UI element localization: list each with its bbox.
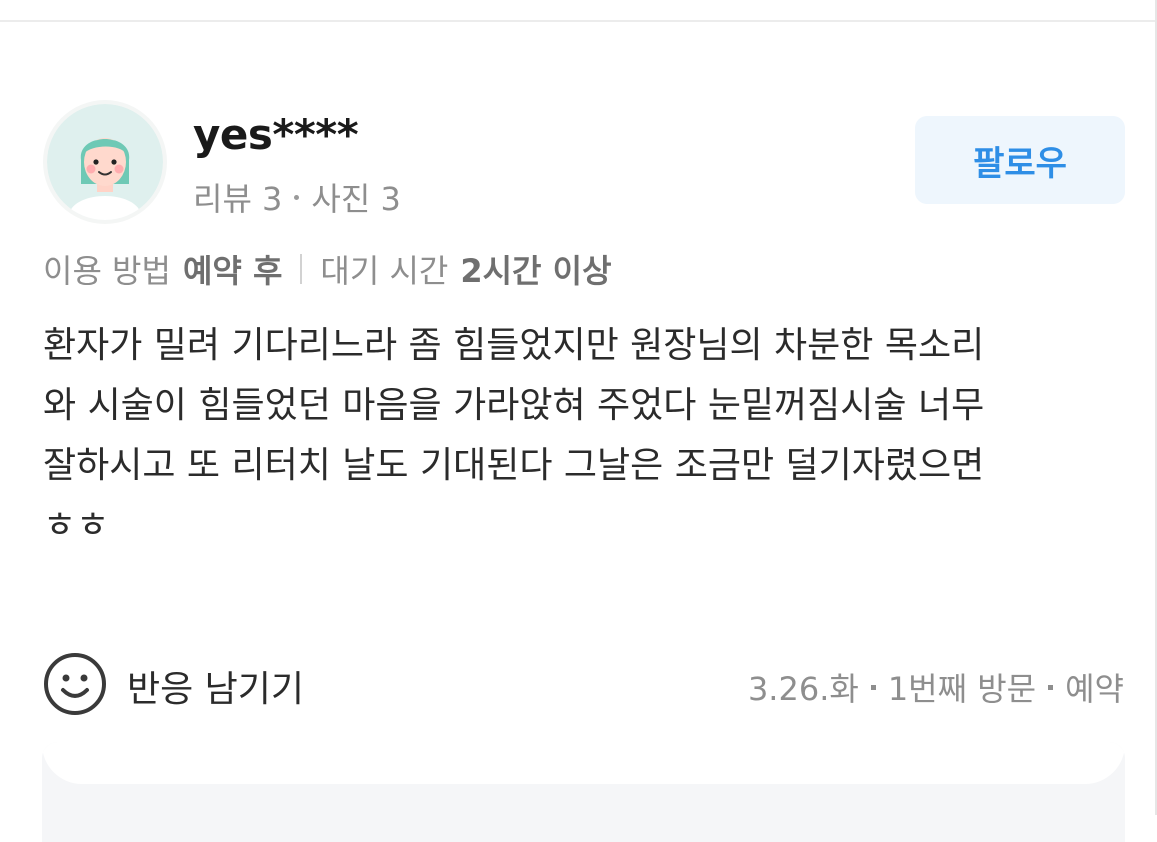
avatar-illustration xyxy=(47,104,163,220)
username[interactable]: yes**** xyxy=(193,110,359,159)
avatar[interactable] xyxy=(43,100,167,224)
visit-count: 1번째 방문 xyxy=(887,670,1037,708)
usage-value: 예약 후 xyxy=(182,252,283,290)
visit-date: 3.26.화 xyxy=(747,670,859,708)
visit-meta: 이용 방법 예약 후 대기 시간 2시간 이상 xyxy=(43,246,612,292)
smile-icon xyxy=(43,652,107,720)
avatar-face-icon xyxy=(47,104,163,220)
user-stats: 리뷰 3 사진 3 xyxy=(193,174,401,220)
wait-label: 대기 시간 xyxy=(320,252,449,290)
photo-count: 사진 3 xyxy=(311,180,401,218)
review-count: 리뷰 3 xyxy=(193,180,283,218)
top-divider xyxy=(0,20,1157,22)
wait-value: 2시간 이상 xyxy=(460,252,612,290)
reply-panel xyxy=(42,742,1125,842)
leave-reaction-button[interactable]: 반응 남기기 xyxy=(43,652,304,720)
separator-dot xyxy=(294,194,300,200)
usage-label: 이용 방법 xyxy=(43,252,171,290)
visit-info: 3.26.화 1번째 방문 예약 xyxy=(748,664,1124,710)
separator-dot xyxy=(870,684,876,690)
meta-divider xyxy=(300,254,303,284)
visit-type: 예약 xyxy=(1065,670,1124,708)
reaction-label: 반응 남기기 xyxy=(127,669,305,710)
reply-panel-mask xyxy=(42,742,1125,784)
review-text[interactable]: 환자가 밀려 기다리느라 좀 힘들었지만 원장님의 차분한 목소리 와 시술이 … xyxy=(43,316,1123,556)
separator-dot xyxy=(1048,684,1054,690)
follow-button[interactable]: 팔로우 xyxy=(915,116,1125,204)
